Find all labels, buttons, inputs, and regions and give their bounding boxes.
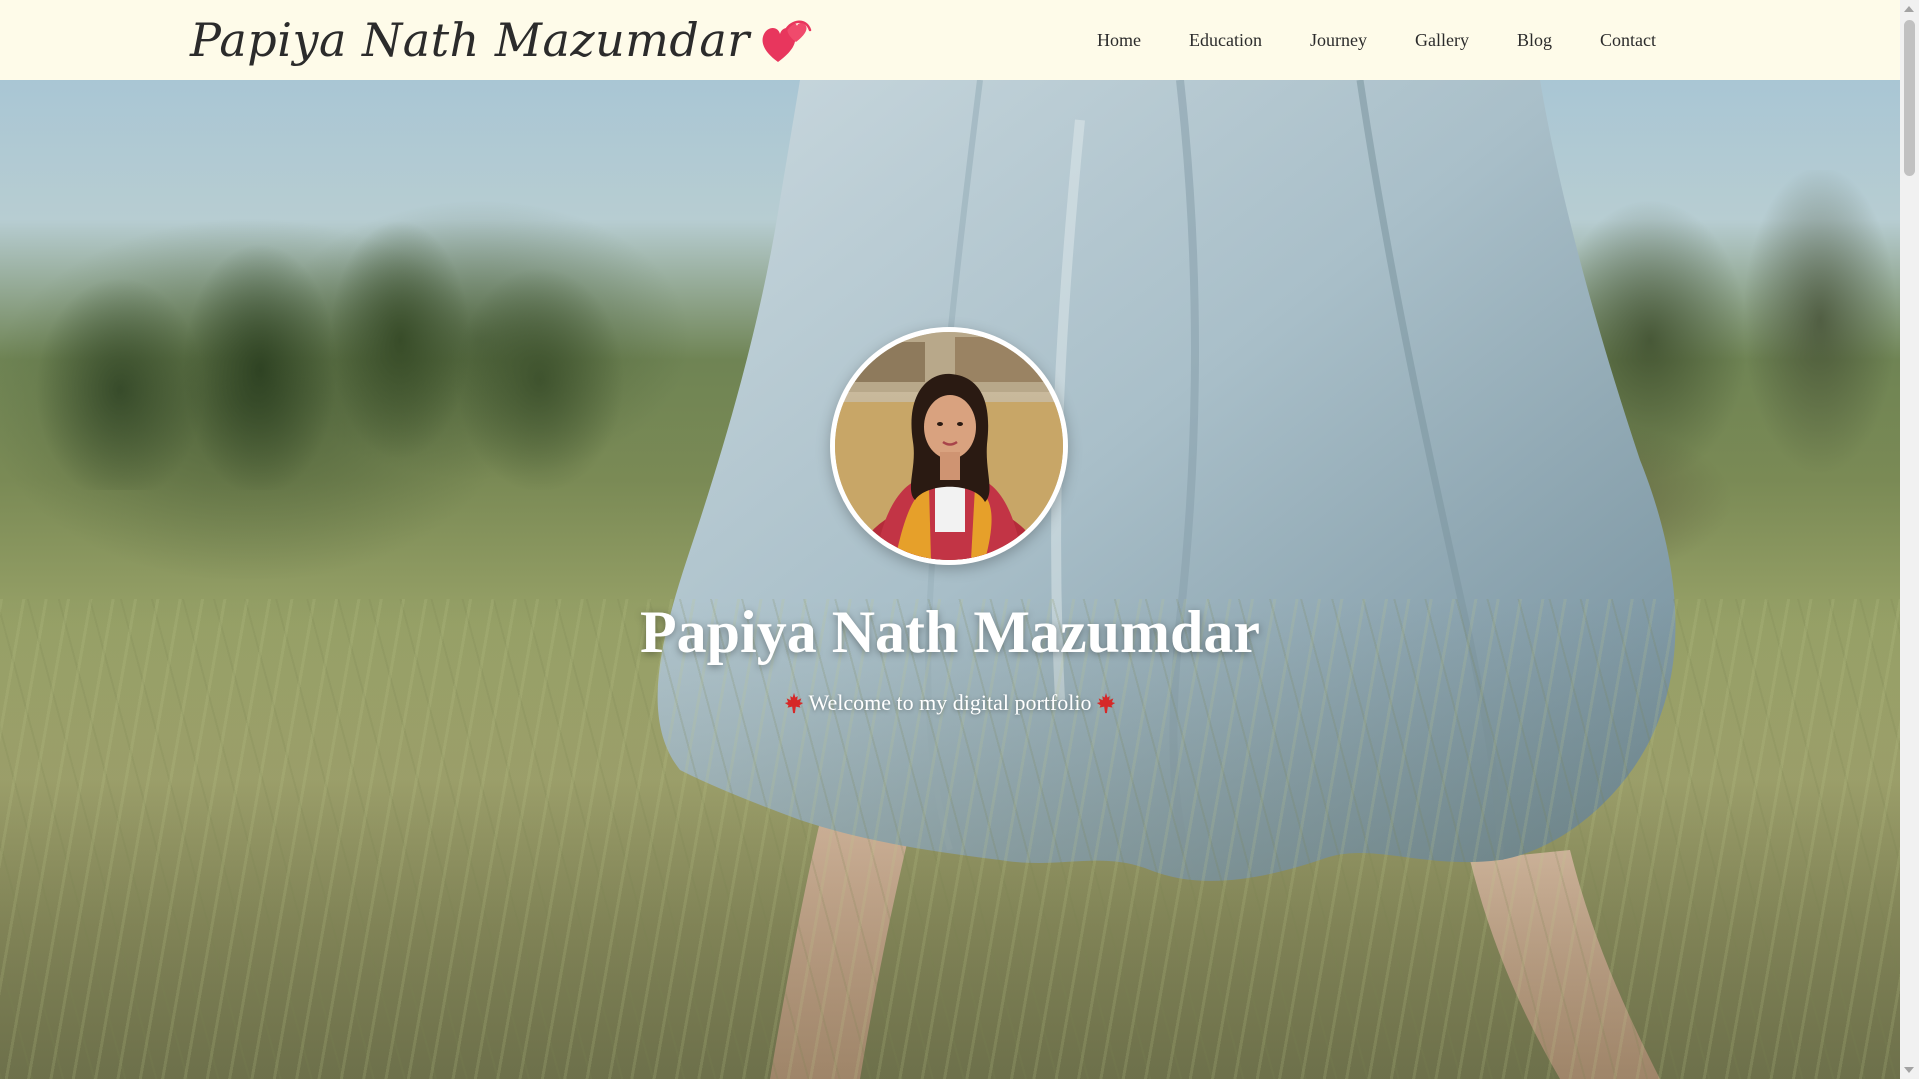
scrollbar-thumb[interactable] [1904, 20, 1915, 176]
navbar: Papiya Nath Mazumdar Home Education Jour… [0, 0, 1900, 80]
scroll-down-arrow-icon[interactable] [1904, 1067, 1914, 1073]
nav-contact[interactable]: Contact [1576, 30, 1680, 51]
hero-title: Papiya Nath Mazumdar [640, 599, 1260, 665]
brand-logo[interactable]: Papiya Nath Mazumdar [190, 8, 814, 72]
main-nav: Home Education Journey Gallery Blog Cont… [1073, 0, 1680, 80]
profile-photo-image [835, 332, 1063, 560]
maple-leaf-icon [784, 692, 803, 714]
two-hearts-icon [762, 20, 812, 62]
nav-journey[interactable]: Journey [1286, 30, 1391, 51]
page: Papiya Nath Mazumdar Home Education Jour… [0, 0, 1919, 1079]
nav-blog[interactable]: Blog [1493, 30, 1576, 51]
hero-section [0, 80, 1900, 1079]
hero-subtitle: Welcome to my digital portfolio [0, 690, 1900, 716]
scroll-up-arrow-icon[interactable] [1904, 6, 1914, 12]
brand-name: Papiya Nath Mazumdar [190, 13, 750, 67]
nav-home[interactable]: Home [1073, 30, 1165, 51]
hero-subtitle-text: Welcome to my digital portfolio [808, 690, 1092, 715]
maple-leaf-icon [1097, 692, 1116, 714]
profile-portrait-graphic [835, 332, 1063, 560]
page-scrollbar[interactable] [1900, 0, 1919, 1079]
nav-education[interactable]: Education [1165, 30, 1286, 51]
nav-gallery[interactable]: Gallery [1391, 30, 1493, 51]
hero-grass [0, 599, 1900, 1079]
profile-photo [830, 327, 1068, 565]
